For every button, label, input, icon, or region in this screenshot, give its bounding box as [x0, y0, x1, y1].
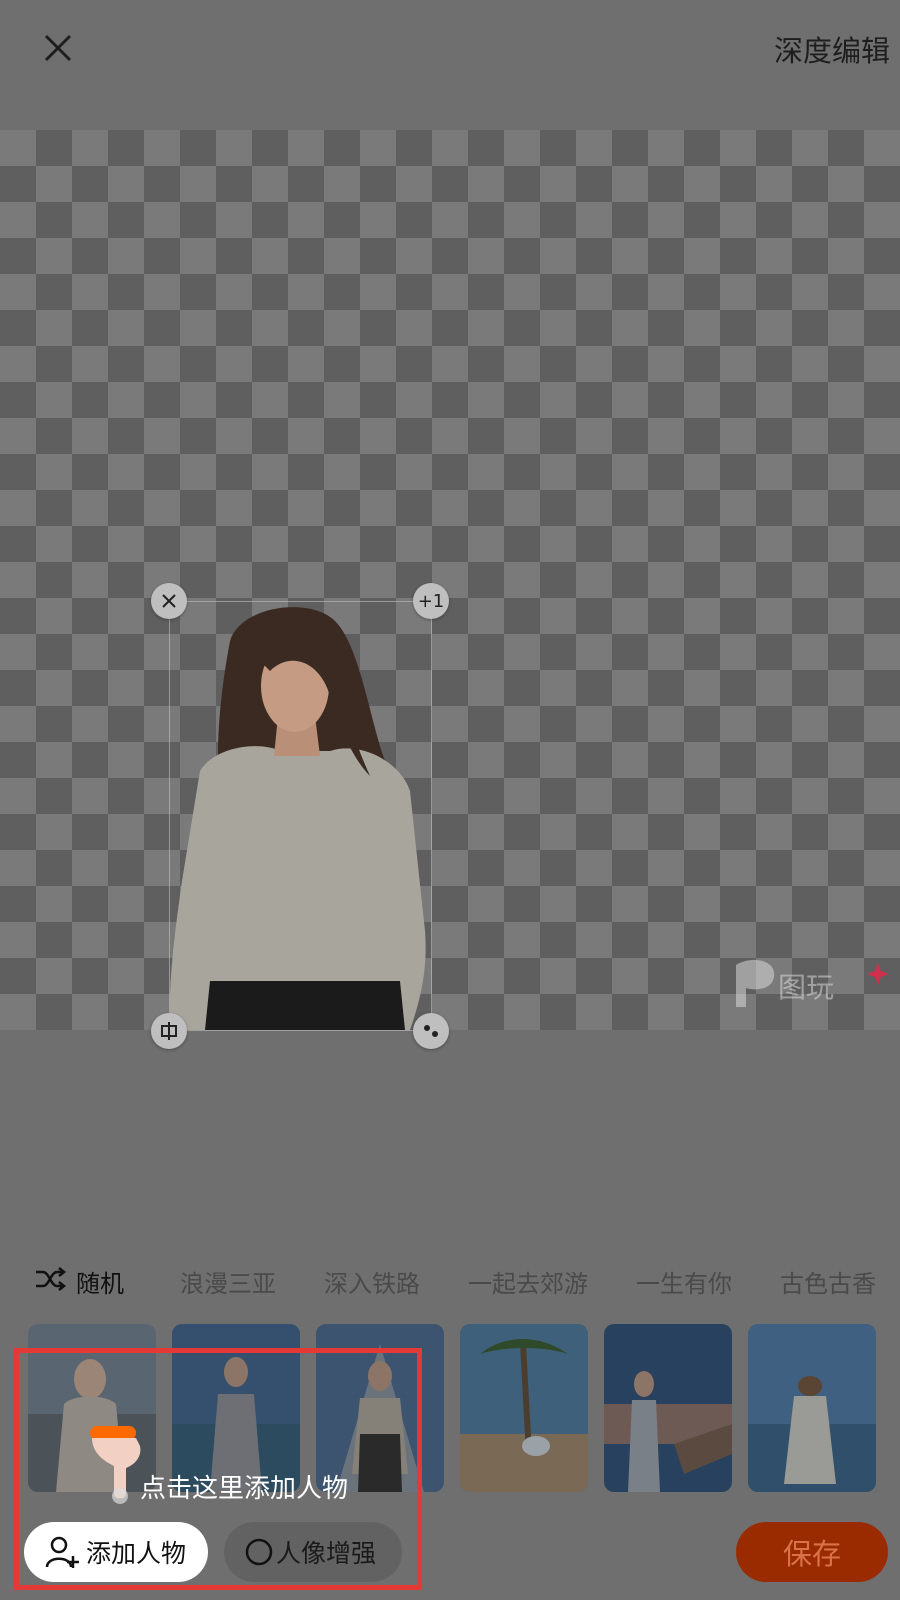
close-icon — [162, 594, 176, 608]
tutorial-hint-text: 点击这里添加人物 — [140, 1474, 349, 1504]
top-bar: 深度编辑 — [0, 0, 900, 100]
thumbnail-image — [460, 1324, 588, 1492]
category-tabs: 随机 浪漫三亚 深入铁路 一起去郊游 一生有你 古色古香 — [0, 1255, 900, 1305]
resize-icon — [424, 1025, 438, 1037]
portrait-enhance-button[interactable]: 人像增强 — [224, 1522, 402, 1582]
tab-random[interactable]: 随机 — [76, 1264, 124, 1299]
thumbnail-image — [748, 1324, 876, 1492]
pointing-hand-icon — [90, 1426, 141, 1504]
close-icon[interactable] — [38, 28, 78, 68]
thumbnail-image — [604, 1324, 732, 1492]
logo-icon: 图玩 — [736, 959, 889, 1007]
template-thumbnail[interactable] — [460, 1324, 588, 1492]
svg-text:图玩: 图玩 — [778, 971, 834, 1004]
save-button[interactable]: 保存 — [736, 1522, 888, 1582]
flip-handle[interactable] — [151, 1013, 187, 1049]
tab-with-you[interactable]: 一生有你 — [636, 1264, 732, 1299]
tab-outing[interactable]: 一起去郊游 — [468, 1264, 588, 1299]
tab-railway[interactable]: 深入铁路 — [324, 1264, 420, 1299]
selection-frame[interactable] — [169, 601, 432, 1031]
tab-antique[interactable]: 古色古香 — [780, 1264, 876, 1299]
duplicate-handle[interactable]: +1 — [413, 583, 449, 619]
template-thumbnail[interactable] — [748, 1324, 876, 1492]
tab-romantic-sanya[interactable]: 浪漫三亚 — [180, 1264, 276, 1299]
add-person-icon — [45, 1536, 79, 1568]
portrait-enhance-label: 人像增强 — [276, 1539, 377, 1568]
shuffle-icon[interactable] — [34, 1265, 66, 1293]
delete-handle[interactable] — [151, 583, 187, 619]
circle-toggle-icon — [245, 1538, 273, 1566]
add-person-button[interactable]: 添加人物 — [24, 1522, 208, 1582]
transparent-canvas — [0, 130, 900, 1030]
resize-rotate-handle[interactable] — [413, 1013, 449, 1049]
flip-icon — [161, 1022, 177, 1040]
watermark-logo: 图玩 — [732, 955, 892, 1015]
add-person-label: 添加人物 — [86, 1539, 187, 1568]
template-thumbnail[interactable] — [604, 1324, 732, 1492]
deep-edit-button[interactable]: 深度编辑 — [774, 28, 890, 70]
